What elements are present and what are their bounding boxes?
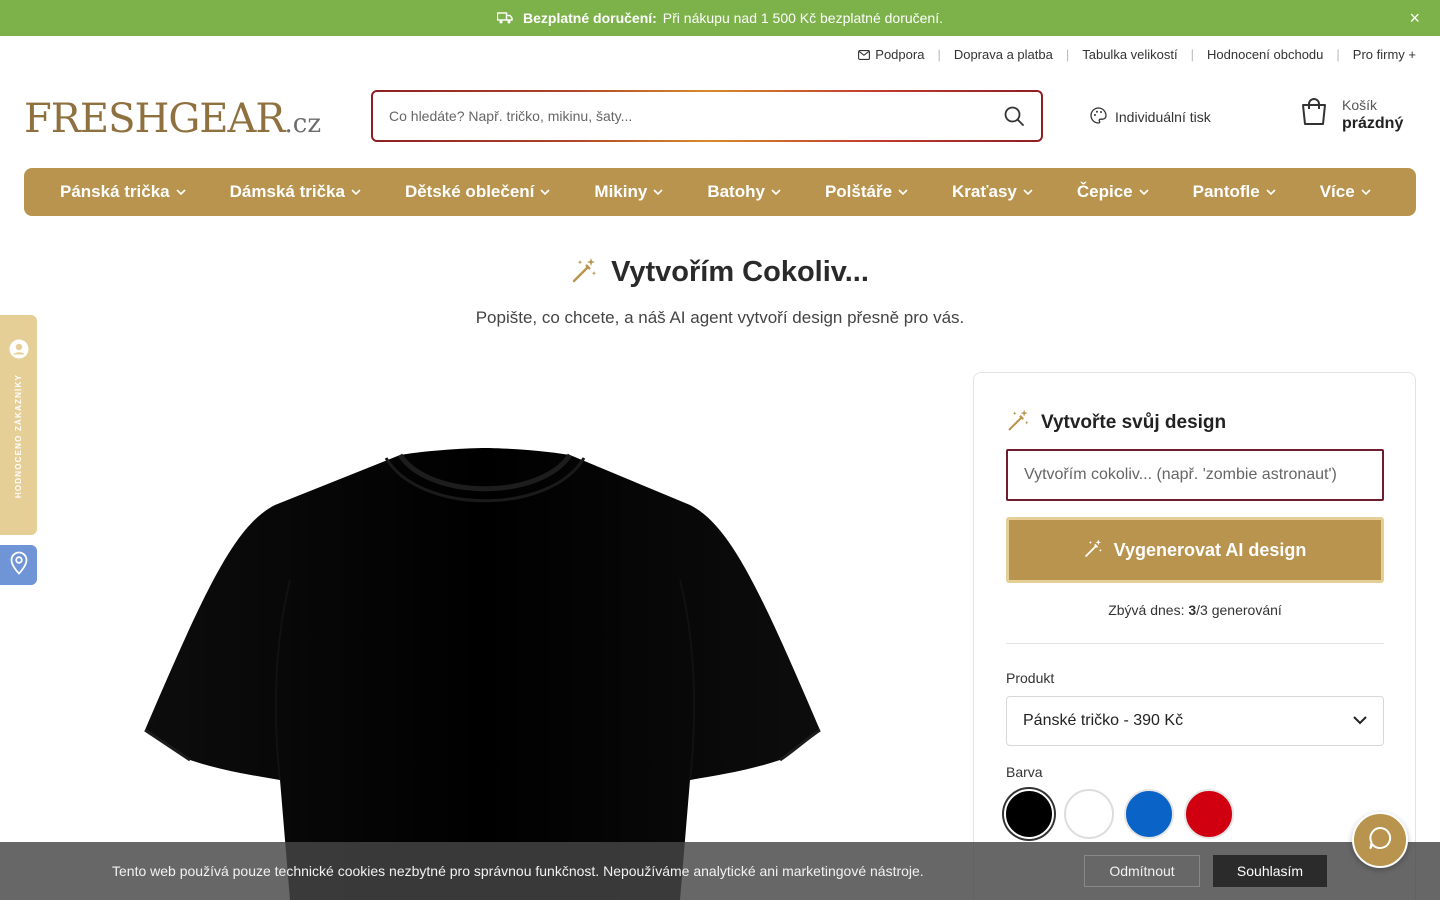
magic-wand-icon bbox=[1007, 408, 1031, 438]
chevron-down-icon bbox=[351, 188, 361, 196]
separator: | bbox=[937, 47, 941, 62]
product-label: Produkt bbox=[1006, 670, 1055, 686]
color-swatch-blue[interactable] bbox=[1124, 789, 1174, 839]
accept-button[interactable]: Souhlasím bbox=[1213, 855, 1327, 887]
color-swatch-black[interactable] bbox=[1004, 789, 1054, 839]
chevron-down-icon bbox=[1139, 188, 1149, 196]
separator: | bbox=[1065, 47, 1070, 62]
cart-status: prázdný bbox=[1342, 114, 1404, 132]
chevron-down-icon bbox=[653, 188, 663, 196]
product-select[interactable]: Pánské tričko - 390 Kč bbox=[1006, 696, 1384, 746]
page-title: Vytvořím Cokoliv... bbox=[611, 256, 869, 288]
close-icon[interactable]: × bbox=[1409, 9, 1420, 27]
product-select-value: Pánské tričko - 390 Kč bbox=[1023, 712, 1184, 729]
reviews-tab-label: HODNOCENO ZÁKAZNÍKY bbox=[14, 374, 23, 499]
tshirt-preview bbox=[130, 440, 840, 900]
promo-bar: Bezplatné doručení: Při nákupu nad 1 500… bbox=[0, 0, 1440, 36]
nav-item-slippers[interactable]: Pantofle bbox=[1193, 182, 1276, 202]
nav-item-mens-tshirts[interactable]: Pánská trička bbox=[60, 182, 186, 202]
custom-print-link[interactable]: Individuální tisk bbox=[1090, 107, 1211, 127]
magic-wand-icon bbox=[1084, 538, 1104, 563]
support-link[interactable]: Podpora bbox=[875, 47, 924, 62]
hero-heading: Vytvořím Cokoliv... bbox=[0, 256, 1440, 289]
search-box bbox=[371, 90, 1043, 142]
chevron-down-icon bbox=[540, 188, 550, 196]
panel-title: Vytvořte svůj design bbox=[1041, 412, 1227, 433]
nav-item-hoodies[interactable]: Mikiny bbox=[594, 182, 663, 202]
nav-item-shorts[interactable]: Kraťasy bbox=[952, 182, 1033, 202]
page-subtitle: Popište, co chcete, a náš AI agent vytvo… bbox=[475, 308, 965, 327]
separator: | bbox=[1190, 47, 1195, 62]
promo-title: Bezplatné doručení: bbox=[523, 10, 657, 26]
chevron-down-icon bbox=[1023, 188, 1033, 196]
generate-design-button[interactable]: Vygenerovat AI design bbox=[1006, 517, 1384, 583]
color-swatches bbox=[1004, 789, 1234, 839]
nav-item-backpacks[interactable]: Batohy bbox=[707, 182, 781, 202]
nav-item-womens-tshirts[interactable]: Dámská trička bbox=[230, 182, 361, 202]
design-prompt-input[interactable] bbox=[1006, 449, 1384, 501]
location-tab[interactable] bbox=[0, 545, 37, 585]
promo-text: Při nákupu nad 1 500 Kč bezplatné doruče… bbox=[662, 10, 943, 26]
nav-item-caps[interactable]: Čepice bbox=[1077, 182, 1149, 202]
chevron-down-icon bbox=[1266, 188, 1276, 196]
chat-button[interactable] bbox=[1352, 812, 1408, 868]
nav-item-kids[interactable]: Dětské oblečení bbox=[405, 182, 550, 202]
nav-item-pillows[interactable]: Polštáře bbox=[825, 182, 908, 202]
nav-item-more[interactable]: Více bbox=[1320, 182, 1371, 202]
chat-bubble-icon bbox=[1367, 825, 1393, 856]
chevron-down-icon bbox=[1353, 712, 1367, 730]
generate-button-label: Vygenerovat AI design bbox=[1113, 539, 1307, 560]
shop-rating-link[interactable]: Hodnocení obchodu bbox=[1207, 47, 1323, 62]
magic-wand-icon bbox=[571, 256, 599, 289]
truck-icon bbox=[497, 12, 513, 24]
chevron-down-icon bbox=[898, 188, 908, 196]
chevron-down-icon bbox=[176, 188, 186, 196]
custom-print-label: Individuální tisk bbox=[1115, 109, 1211, 125]
user-badge-icon bbox=[9, 339, 29, 364]
color-swatch-white[interactable] bbox=[1064, 789, 1114, 839]
size-chart-link[interactable]: Tabulka velikostí bbox=[1082, 47, 1177, 62]
color-swatch-red[interactable] bbox=[1184, 789, 1234, 839]
cookie-text: Tento web používá pouze technické cookie… bbox=[112, 863, 924, 879]
panel-heading: Vytvořte svůj design bbox=[1007, 408, 1226, 438]
search-input[interactable] bbox=[389, 108, 1003, 124]
search-icon[interactable] bbox=[1003, 105, 1025, 127]
chevron-down-icon bbox=[1361, 188, 1371, 196]
cookie-banner: Tento web používá pouze technické cookie… bbox=[0, 842, 1440, 900]
remaining-generations: Zbývá dnes: 3/3 generování bbox=[1108, 602, 1282, 618]
remaining-count: 3 bbox=[1188, 602, 1197, 618]
top-links: Podpora | Doprava a platba | Tabulka vel… bbox=[858, 47, 1416, 62]
separator: | bbox=[1336, 47, 1340, 62]
logo-main: FRESHGEAR bbox=[24, 96, 286, 142]
palette-icon bbox=[1090, 107, 1107, 127]
shipping-link[interactable]: Doprava a platba bbox=[954, 47, 1053, 62]
divider bbox=[1006, 643, 1384, 644]
cart-button[interactable]: Košík prázdný bbox=[1298, 96, 1403, 133]
mail-icon bbox=[858, 49, 871, 60]
design-panel: Vytvořte svůj design Vygenerovat AI desi… bbox=[973, 372, 1416, 900]
cart-label: Košík bbox=[1342, 96, 1378, 113]
logo-tld: .cz bbox=[284, 109, 322, 139]
location-pin-icon bbox=[9, 551, 29, 580]
business-link[interactable]: Pro firmy + bbox=[1353, 47, 1416, 62]
chevron-down-icon bbox=[771, 188, 781, 196]
customer-reviews-tab[interactable]: HODNOCENO ZÁKAZNÍKY bbox=[0, 315, 37, 535]
color-label: Barva bbox=[1006, 764, 1043, 780]
cart-icon bbox=[1298, 96, 1330, 133]
main-nav: Pánská trička Dámská trička Dětské obleč… bbox=[24, 168, 1416, 216]
decline-button[interactable]: Odmítnout bbox=[1084, 855, 1200, 887]
site-logo[interactable]: FRESHGEAR .cz bbox=[24, 96, 321, 142]
